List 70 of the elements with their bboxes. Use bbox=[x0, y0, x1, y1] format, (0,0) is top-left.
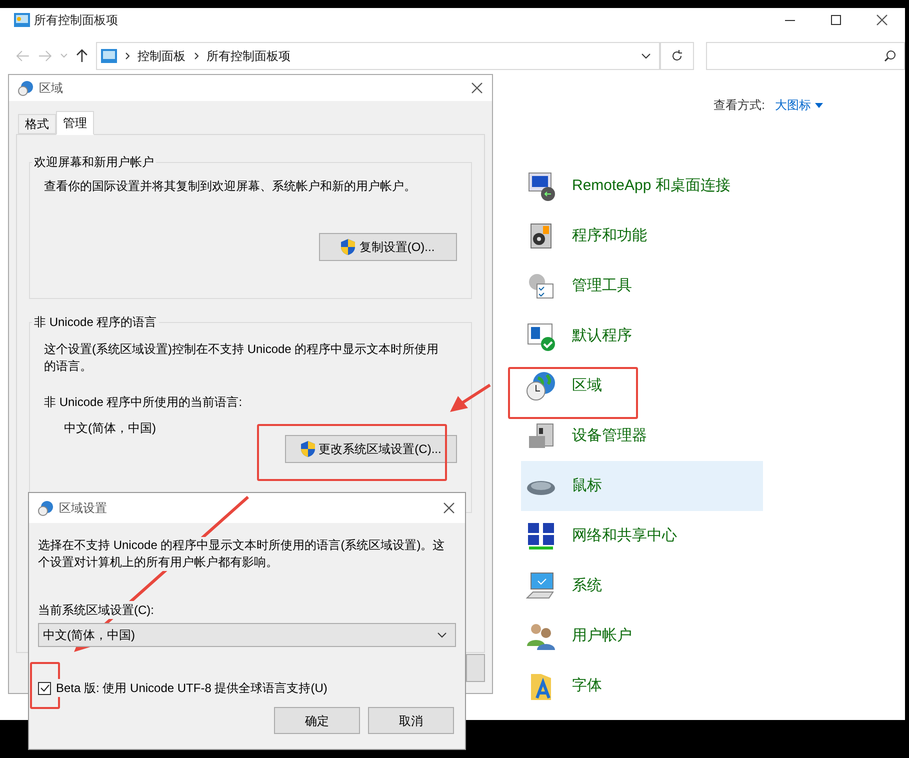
control-panel-item[interactable]: 鼠标 bbox=[521, 461, 763, 511]
locale-select[interactable]: 中文(简体，中国) bbox=[38, 623, 456, 647]
globe-clock-icon bbox=[17, 80, 33, 96]
item-label: 网络和共享中心 bbox=[572, 526, 677, 546]
search-field[interactable] bbox=[706, 42, 905, 70]
group-description: 这个设置(系统区域设置)控制在不支持 Unicode 的程序中显示文本时所使用的语言。 bbox=[44, 341, 440, 375]
dialog-title: 区域设置 bbox=[59, 500, 107, 517]
copy-settings-button[interactable]: 复制设置(O)... bbox=[319, 233, 457, 261]
control-panel-icon bbox=[14, 13, 30, 27]
up-icon[interactable] bbox=[76, 49, 88, 63]
window-title: 所有控制面板项 bbox=[34, 12, 118, 29]
control-panel-item[interactable]: 管理工具 bbox=[521, 261, 763, 311]
item-label: 鼠标 bbox=[572, 476, 602, 496]
close-icon[interactable] bbox=[471, 82, 483, 94]
checkbox[interactable] bbox=[38, 682, 51, 694]
globe-clock-icon bbox=[37, 500, 53, 516]
current-language-label: 非 Unicode 程序中所使用的当前语言: bbox=[44, 394, 244, 411]
group-title: 欢迎屏幕和新用户帐户 bbox=[33, 154, 155, 171]
control-panel-item[interactable]: RemoteApp 和桌面连接 bbox=[521, 161, 763, 211]
close-icon[interactable] bbox=[876, 14, 888, 26]
refresh-icon bbox=[670, 50, 683, 62]
control-panel-item[interactable]: 程序和功能 bbox=[521, 211, 763, 261]
current-language-value: 中文(简体，中国) bbox=[64, 420, 157, 437]
item-label: 设备管理器 bbox=[572, 426, 647, 446]
breadcrumb[interactable]: 控制面板 bbox=[138, 47, 186, 65]
search-icon bbox=[884, 50, 896, 62]
shield-icon bbox=[300, 441, 315, 457]
checkbox-label: Beta 版: 使用 Unicode UTF-8 提供全球语言支持(U) bbox=[56, 679, 328, 697]
chevron-icon bbox=[124, 52, 130, 60]
item-label: 管理工具 bbox=[572, 276, 632, 296]
dropdown-icon[interactable] bbox=[641, 53, 652, 59]
tab[interactable]: 管理 bbox=[56, 111, 94, 135]
refresh-button[interactable] bbox=[660, 42, 694, 70]
view-label: 查看方式: bbox=[714, 97, 765, 114]
item-label: 字体 bbox=[572, 676, 602, 696]
chevron-icon bbox=[194, 52, 199, 60]
control-panel-item[interactable]: 设备管理器 bbox=[521, 411, 763, 461]
select-label: 当前系统区域设置(C): bbox=[38, 601, 154, 619]
item-label: 系统 bbox=[572, 576, 602, 596]
globe-clock-icon bbox=[525, 370, 557, 402]
control-panel-item[interactable]: 网络和共享中心 bbox=[521, 511, 763, 561]
dialog-button[interactable]: 取消 bbox=[368, 707, 454, 734]
item-label: 区域 bbox=[572, 376, 602, 396]
caret-icon bbox=[437, 632, 447, 638]
tab[interactable]: 格式 bbox=[18, 114, 56, 134]
group-title: 非 Unicode 程序的语言 bbox=[33, 314, 158, 331]
caret-icon bbox=[815, 102, 823, 108]
item-label: 用户帐户 bbox=[572, 626, 632, 646]
control-panel-icon bbox=[100, 49, 117, 63]
control-panel-item[interactable]: 区域 bbox=[521, 361, 763, 411]
annotation-arrow bbox=[450, 384, 491, 412]
control-panel-item[interactable]: 用户帐户 bbox=[521, 611, 763, 661]
checkmark-icon bbox=[40, 684, 50, 692]
group-description: 查看你的国际设置并将其复制到欢迎屏幕、系统帐户和新的用户帐户。 bbox=[44, 178, 417, 195]
shield-icon bbox=[341, 239, 356, 255]
item-label: 程序和功能 bbox=[572, 226, 647, 246]
breadcrumb[interactable]: 所有控制面板项 bbox=[206, 47, 291, 65]
address-bar[interactable]: 控制面板 所有控制面板项 bbox=[96, 42, 660, 70]
maximize-icon bbox=[831, 15, 841, 25]
change-locale-button[interactable]: 更改系统区域设置(C)... bbox=[285, 435, 457, 463]
item-label: 默认程序 bbox=[572, 326, 632, 346]
dialog-button[interactable]: 确定 bbox=[274, 707, 360, 734]
view-dropdown[interactable]: 大图标 bbox=[775, 96, 823, 114]
control-panel-item[interactable]: 字体 bbox=[521, 661, 763, 711]
close-icon[interactable] bbox=[443, 502, 455, 514]
network-icon bbox=[525, 520, 557, 552]
dialog-title: 区域 bbox=[39, 80, 63, 97]
item-label: RemoteApp 和桌面连接 bbox=[572, 176, 730, 196]
control-panel-item[interactable]: 默认程序 bbox=[521, 311, 763, 361]
control-panel-item[interactable]: 系统 bbox=[521, 561, 763, 611]
